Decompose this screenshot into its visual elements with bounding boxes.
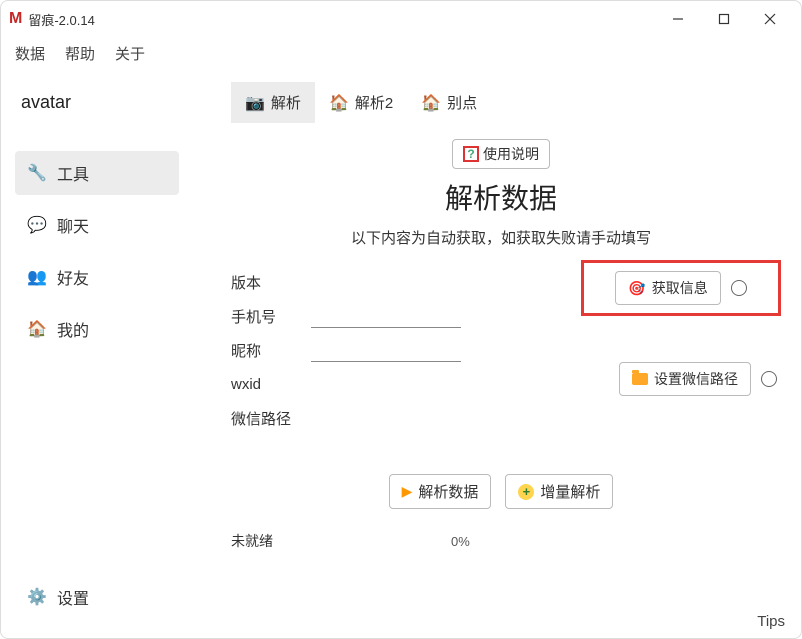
label-version: 版本 xyxy=(231,272,311,293)
tools-icon: 🔧 xyxy=(27,163,47,183)
nickname-input[interactable] xyxy=(311,338,461,362)
minimize-button[interactable] xyxy=(655,3,701,35)
sidebar-item-mine[interactable]: 🏠 我的 xyxy=(15,307,179,351)
help-button[interactable]: ? 使用说明 xyxy=(452,139,550,169)
chat-icon: 💬 xyxy=(27,215,47,235)
gear-icon: ⚙️ xyxy=(27,587,47,607)
sidebar-item-label: 聊天 xyxy=(57,213,89,237)
sidebar-item-label: 好友 xyxy=(57,265,89,289)
menubar: 数据 帮助 关于 xyxy=(1,37,801,74)
plus-icon: + xyxy=(518,484,534,500)
menu-help[interactable]: 帮助 xyxy=(65,43,95,64)
label-wxid: wxid xyxy=(231,376,311,393)
phone-input[interactable] xyxy=(311,304,461,328)
close-button[interactable] xyxy=(747,3,793,35)
menu-about[interactable]: 关于 xyxy=(115,43,145,64)
tab-label: 解析2 xyxy=(355,92,393,113)
sidebar-item-chat[interactable]: 💬 聊天 xyxy=(15,203,179,247)
progress-text: 0% xyxy=(451,534,470,549)
main-panel: 📷 解析 🏠 解析2 🏠 别点 ? 使用说明 解析数据 以下内容为自动获取，如获… xyxy=(191,74,801,631)
camera-icon: 📷 xyxy=(245,93,265,113)
avatar-label: avatar xyxy=(15,92,179,113)
titlebar: M 留痕-2.0.14 xyxy=(1,1,801,37)
tips-label[interactable]: Tips xyxy=(757,613,785,630)
section-title: 解析数据 xyxy=(231,177,771,217)
label-wxpath: 微信路径 xyxy=(231,408,311,429)
sidebar-item-settings[interactable]: ⚙️ 设置 xyxy=(15,575,179,619)
house-icon: 🏠 xyxy=(421,93,441,113)
sidebar-item-tools[interactable]: 🔧 工具 xyxy=(15,151,179,195)
sidebar: avatar 🔧 工具 💬 聊天 👥 好友 🏠 我的 ⚙️ 设置 xyxy=(1,74,191,631)
house-icon: 🏠 xyxy=(329,93,349,113)
sidebar-item-friends[interactable]: 👥 好友 xyxy=(15,255,179,299)
window-title: 留痕-2.0.14 xyxy=(28,10,94,29)
help-button-label: 使用说明 xyxy=(483,144,539,164)
form: 版本 手机号 昵称 wxid 微信路径 🎯 获取信息 xyxy=(231,266,771,551)
get-info-radio[interactable] xyxy=(731,280,747,296)
maximize-button[interactable] xyxy=(701,3,747,35)
status-label: 未就绪 xyxy=(231,531,311,551)
play-icon: ▶ xyxy=(402,483,413,500)
tabs: 📷 解析 🏠 解析2 🏠 别点 xyxy=(231,74,771,139)
friends-icon: 👥 xyxy=(27,267,47,287)
sidebar-item-label: 设置 xyxy=(57,585,89,609)
sidebar-item-label: 我的 xyxy=(57,317,89,341)
get-info-label: 获取信息 xyxy=(652,278,708,298)
set-path-radio[interactable] xyxy=(761,371,777,387)
tab-parse[interactable]: 📷 解析 xyxy=(231,82,315,123)
parse-button[interactable]: ▶ 解析数据 xyxy=(389,474,492,509)
label-phone: 手机号 xyxy=(231,306,311,327)
tab-label: 解析 xyxy=(271,92,301,113)
inc-parse-label: 增量解析 xyxy=(540,481,600,502)
label-nickname: 昵称 xyxy=(231,340,311,361)
set-path-button[interactable]: 设置微信路径 xyxy=(619,362,751,396)
sidebar-item-label: 工具 xyxy=(57,161,89,185)
get-info-button[interactable]: 🎯 获取信息 xyxy=(615,271,720,305)
section-subtitle: 以下内容为自动获取，如获取失败请手动填写 xyxy=(231,227,771,248)
tab-parse2[interactable]: 🏠 解析2 xyxy=(315,82,407,123)
question-icon: ? xyxy=(463,146,479,162)
folder-icon xyxy=(632,373,648,385)
parse-label: 解析数据 xyxy=(418,481,478,502)
menu-data[interactable]: 数据 xyxy=(15,43,45,64)
incremental-parse-button[interactable]: + 增量解析 xyxy=(505,474,613,509)
set-path-label: 设置微信路径 xyxy=(654,369,738,389)
highlight-box: 🎯 获取信息 xyxy=(581,260,781,316)
tab-dontclick[interactable]: 🏠 别点 xyxy=(407,82,491,123)
tab-label: 别点 xyxy=(447,92,477,113)
fingerprint-icon: 🎯 xyxy=(628,280,645,297)
home-icon: 🏠 xyxy=(27,319,47,339)
app-icon: M xyxy=(9,10,22,28)
